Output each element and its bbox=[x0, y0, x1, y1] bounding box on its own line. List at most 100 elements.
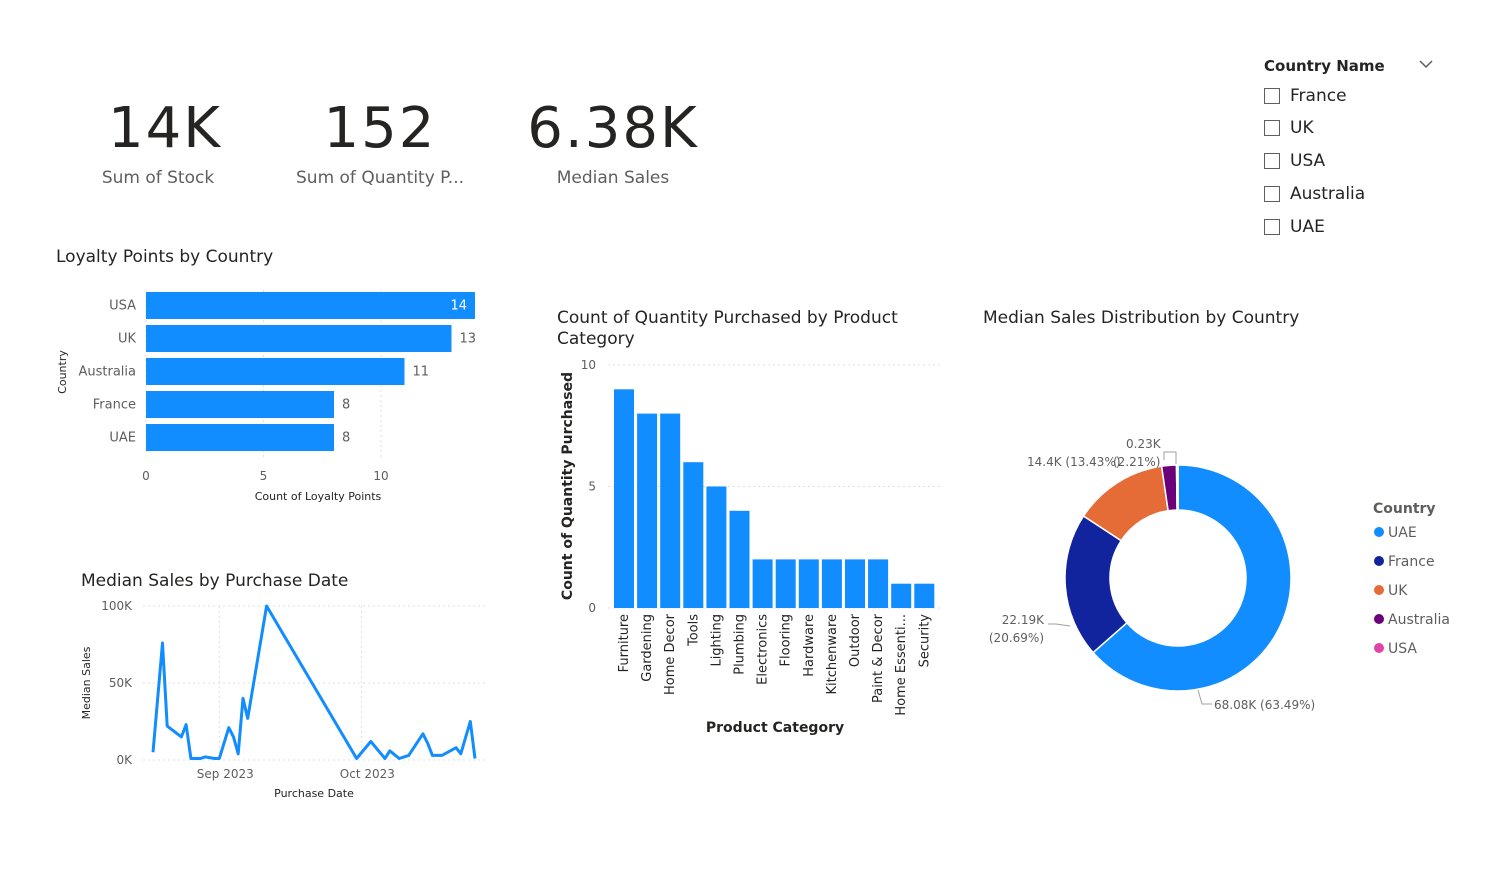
bar bbox=[821, 559, 842, 608]
bar bbox=[868, 559, 889, 608]
slicer-title: Country Name bbox=[1264, 57, 1385, 75]
leader-line bbox=[1048, 623, 1071, 627]
checkbox[interactable] bbox=[1264, 153, 1280, 169]
legend-entry: France bbox=[1388, 554, 1435, 570]
bar bbox=[775, 559, 796, 608]
x-tick-label: Kitchenware bbox=[825, 614, 840, 695]
slicer-item-label: UAE bbox=[1290, 217, 1325, 237]
checkbox[interactable] bbox=[1264, 186, 1280, 202]
x-tick-label: Oct 2023 bbox=[340, 767, 395, 781]
slicer-item-label: France bbox=[1290, 86, 1347, 106]
data-label: (20.69%) bbox=[989, 631, 1044, 645]
x-tick-label: Tools bbox=[686, 614, 701, 647]
x-tick-label: Furniture bbox=[617, 614, 632, 672]
x-tick-label: Paint & Decor bbox=[871, 613, 886, 703]
slicer-item-uae[interactable]: UAE bbox=[1264, 216, 1325, 238]
y-tick-label: 100K bbox=[101, 599, 133, 613]
slicer-item-label: UK bbox=[1290, 118, 1314, 138]
y-tick-label: Australia bbox=[78, 365, 136, 380]
x-axis-label: Product Category bbox=[706, 720, 844, 736]
legend-marker bbox=[1374, 527, 1384, 537]
leader-line bbox=[1197, 689, 1212, 705]
y-tick-label: 0K bbox=[116, 753, 133, 767]
legend-marker bbox=[1374, 614, 1384, 624]
slicer-item-label: USA bbox=[1290, 151, 1326, 171]
y-tick-label: 5 bbox=[588, 480, 596, 494]
x-tick-label: Lighting bbox=[709, 614, 724, 667]
checkbox[interactable] bbox=[1264, 88, 1280, 104]
x-tick-label: 0 bbox=[142, 469, 150, 483]
kpi-median-sales-label: Median Sales bbox=[556, 168, 670, 188]
checkbox[interactable] bbox=[1264, 120, 1280, 136]
slicer-item-usa[interactable]: USA bbox=[1264, 150, 1325, 172]
data-label: 22.19K bbox=[1002, 613, 1045, 627]
x-tick-label: Security bbox=[917, 614, 932, 668]
bar bbox=[914, 583, 935, 608]
chevron-down-icon[interactable] bbox=[1418, 58, 1434, 70]
data-label: (2.21%) bbox=[1113, 455, 1160, 469]
bar bbox=[146, 424, 334, 451]
x-tick-label: Sep 2023 bbox=[197, 767, 254, 781]
line-chart-title: Median Sales by Purchase Date bbox=[81, 571, 349, 591]
x-axis-label: Count of Loyalty Points bbox=[255, 490, 382, 503]
y-tick-label: UAE bbox=[109, 431, 136, 446]
x-tick-label: Gardening bbox=[640, 614, 655, 682]
data-label: 0.23K bbox=[1126, 437, 1162, 451]
data-label: 8 bbox=[342, 398, 350, 413]
kpi-quantity-label: Sum of Quantity P... bbox=[296, 168, 464, 188]
y-tick-label: 10 bbox=[581, 358, 596, 372]
bar bbox=[845, 559, 865, 608]
bar bbox=[146, 325, 452, 352]
category-chart-title: Count of Quantity Purchased by Product C… bbox=[557, 308, 898, 349]
legend-entry: Australia bbox=[1388, 612, 1450, 628]
bar bbox=[729, 510, 750, 608]
legend-title: Country bbox=[1373, 501, 1436, 517]
median-sales-line-chart: 100K 50K 0K Sep 2023 Oct 2023 Purchase Date Me… bbox=[80, 599, 485, 800]
y-tick-label: UK bbox=[118, 332, 137, 347]
median-sales-donut-chart: 68.08K (63.49%) 22.19K (20.69%) 14.4K (13.4… bbox=[989, 437, 1450, 712]
data-label: 68.08K (63.49%) bbox=[1214, 698, 1315, 712]
y-tick-label: 50K bbox=[109, 676, 133, 690]
y-tick-label: USA bbox=[109, 299, 136, 314]
bar bbox=[614, 389, 634, 608]
kpi-median-sales-value: 6.38K bbox=[527, 96, 699, 161]
bar bbox=[752, 559, 773, 608]
x-tick-label: Hardware bbox=[802, 614, 817, 677]
bar bbox=[146, 358, 405, 385]
legend-marker bbox=[1374, 585, 1384, 595]
x-tick-label: Home Decor bbox=[663, 613, 678, 695]
x-tick-label: Flooring bbox=[779, 614, 794, 666]
data-label: 14.4K (13.43%) bbox=[1027, 455, 1121, 469]
y-tick-label: France bbox=[93, 398, 136, 413]
bar bbox=[637, 413, 658, 608]
donut-slice bbox=[1175, 464, 1179, 511]
data-label: 11 bbox=[413, 365, 430, 380]
legend-entry: UAE bbox=[1388, 525, 1417, 541]
data-label: 8 bbox=[342, 431, 350, 446]
slicer-item-france[interactable]: France bbox=[1264, 85, 1347, 107]
legend-marker bbox=[1374, 556, 1384, 566]
legend-marker bbox=[1374, 643, 1384, 653]
x-axis-label: Purchase Date bbox=[274, 787, 354, 800]
bar bbox=[146, 292, 475, 319]
checkbox[interactable] bbox=[1264, 219, 1280, 235]
bar bbox=[683, 462, 704, 608]
x-tick-label: Home Essenti... bbox=[894, 614, 909, 716]
loyalty-chart-title: Loyalty Points by Country bbox=[56, 247, 274, 267]
kpi-stock-value: 14K bbox=[108, 96, 222, 161]
category-bar-chart: 0 5 10 Furniture Gardening Home Decor Tools Lig… bbox=[560, 358, 942, 736]
leader-line bbox=[1163, 451, 1177, 464]
loyalty-bar-chart: 0 5 10 USA 14 UK 13 Australia 11 France 8 UAE 8 Count… bbox=[56, 290, 477, 503]
y-axis-label: Country bbox=[56, 350, 69, 394]
slicer-item-label: Australia bbox=[1290, 184, 1366, 204]
slicer-item-australia[interactable]: Australia bbox=[1264, 183, 1365, 205]
slicer-item-uk[interactable]: UK bbox=[1264, 117, 1314, 139]
x-tick-label: Electronics bbox=[756, 614, 771, 685]
x-tick-label: 5 bbox=[260, 469, 268, 483]
x-tick-label: 10 bbox=[373, 469, 388, 483]
bar bbox=[146, 391, 334, 418]
x-tick-label: Outdoor bbox=[848, 613, 863, 667]
bar bbox=[706, 486, 727, 608]
donut-chart-title: Median Sales Distribution by Country bbox=[983, 308, 1300, 328]
data-label: 13 bbox=[460, 332, 477, 347]
